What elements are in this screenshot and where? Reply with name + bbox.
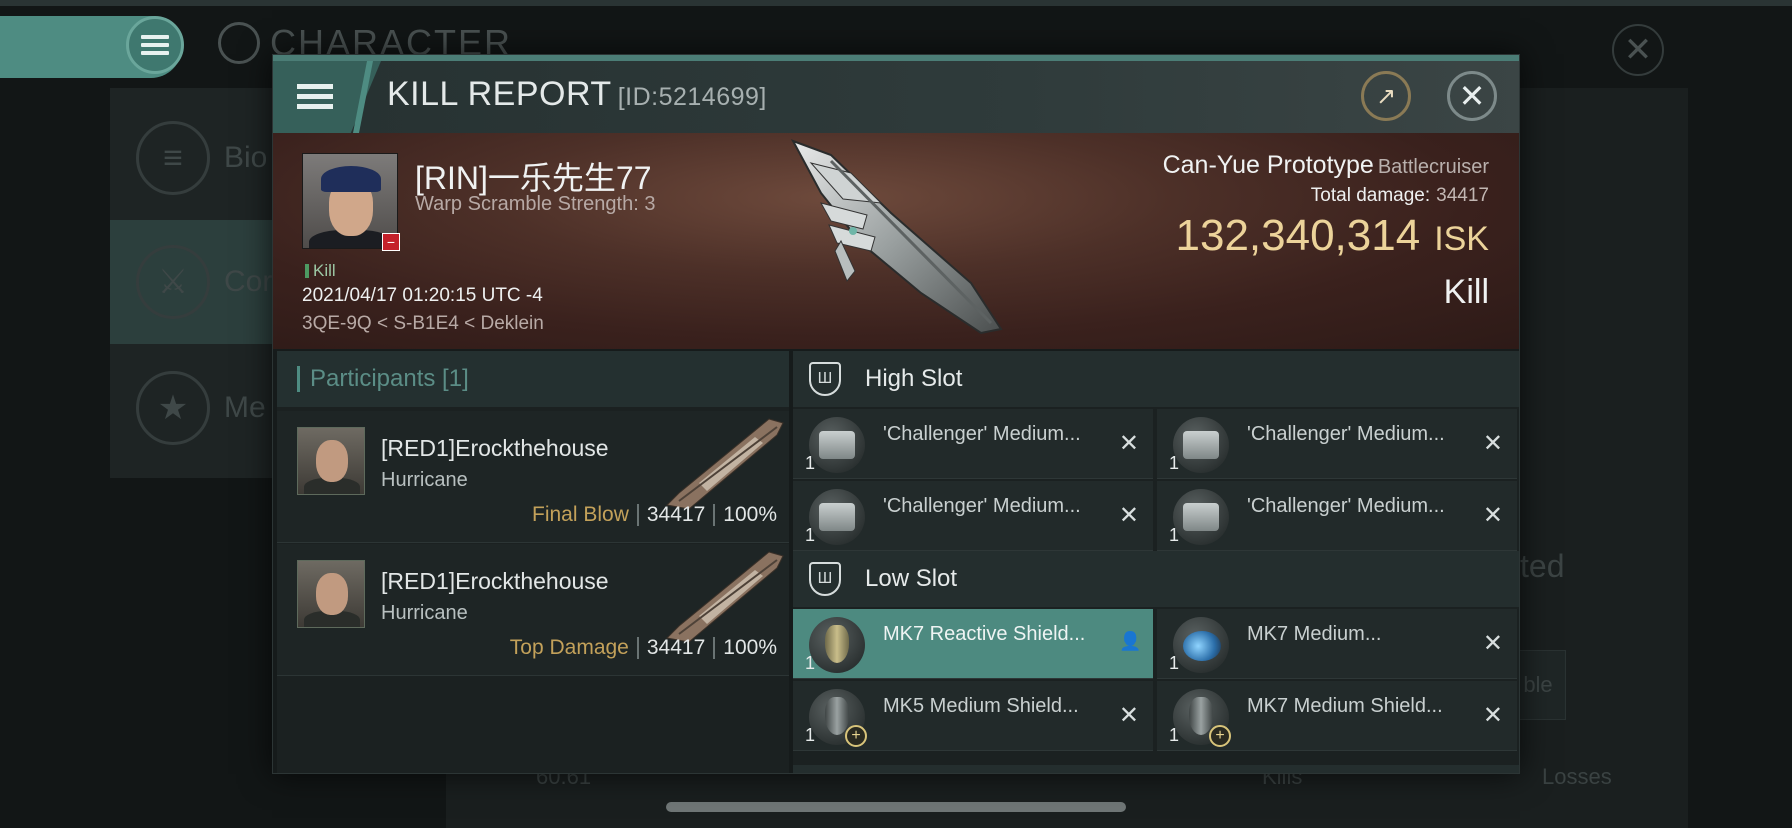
module-item[interactable]: 1 'Challenger' Medium... ✕ — [1157, 409, 1517, 479]
participant-damage: 34417 — [646, 636, 706, 659]
launcher-icon — [1173, 489, 1229, 545]
isk-value: 132,340,314 ISK — [1175, 211, 1490, 260]
crossed-swords-icon: ⚔ — [136, 245, 210, 319]
star-icon: ★ — [136, 371, 210, 445]
destroyed-icon: ✕ — [1118, 430, 1139, 457]
fitting-panel: Ш High Slot 1 'Challenger' Medium... ✕ 1… — [793, 351, 1519, 773]
module-name: 'Challenger' Medium... — [1247, 495, 1445, 517]
participant-portrait[interactable] — [297, 427, 365, 495]
bg-top-line — [0, 0, 1792, 6]
low-slot-icon: Ш — [809, 562, 841, 596]
participant-name: [RED1]Erockthehouse — [381, 435, 609, 461]
destroyed-icon: ✕ — [1482, 702, 1503, 729]
dropped-person-icon: 👤 — [1119, 631, 1142, 651]
kill-marker-icon — [305, 264, 309, 278]
participant-percent: 100% — [723, 636, 777, 659]
module-item[interactable]: 1 'Challenger' Medium... ✕ — [793, 409, 1153, 479]
participant-row[interactable]: [RED1]Erockthehouse Hurricane Final Blow… — [277, 411, 789, 543]
destroyed-icon: ✕ — [1482, 430, 1503, 457]
participant-stats: Final Blow 34417 100% — [532, 503, 777, 527]
destroyed-icon: ✕ — [1118, 702, 1139, 729]
participant-stats: Top Damage 34417 100% — [510, 636, 777, 660]
module-item[interactable]: 1 'Challenger' Medium... ✕ — [793, 481, 1153, 551]
bg-sidebar: ≡ Bio ⚔ Cor ★ Me — [110, 88, 280, 478]
kill-tag: Kill — [305, 261, 336, 281]
share-button[interactable]: ↗ — [1361, 71, 1411, 121]
module-item[interactable]: + 1 MK7 Medium Shield... ✕ — [1157, 681, 1517, 751]
participant-damage: 34417 — [646, 503, 706, 526]
kill-location[interactable]: 3QE-9Q < S-B1E4 < Deklein — [302, 313, 544, 335]
ship-render — [790, 139, 1003, 335]
participant-ship-render — [665, 551, 784, 643]
participant-role: Top Damage — [509, 636, 629, 659]
shield-hardener-icon — [809, 617, 865, 673]
list-icon: ≡ — [136, 121, 210, 195]
next-slot-header-partial — [793, 765, 1519, 773]
launcher-icon — [809, 489, 865, 545]
kill-result: Kill — [1443, 273, 1489, 311]
high-slot-header: Ш High Slot — [793, 351, 1519, 407]
module-item[interactable]: 1 MK7 Medium... ✕ — [1157, 609, 1517, 679]
close-button[interactable]: ✕ — [1447, 71, 1497, 121]
kill-report-window: KILL REPORT [ID:5214699] ↗ ✕ − [RIN]一乐先生7… — [272, 54, 1520, 774]
module-name: MK5 Medium Shield... — [883, 695, 1079, 717]
vitruvian-icon — [218, 22, 260, 64]
hamburger-icon — [297, 79, 333, 114]
window-title: KILL REPORT [ID:5214699] — [387, 75, 767, 113]
victim-subtitle: Warp Scramble Strength: 3 — [415, 193, 656, 215]
kill-date: 2021/04/17 01:20:15 UTC -4 — [302, 285, 543, 306]
module-name: MK7 Reactive Shield... — [883, 623, 1086, 645]
scrollbar[interactable] — [666, 802, 1126, 812]
participant-name: [RED1]Erockthehouse — [381, 568, 609, 594]
participants-panel: Participants [1] [RED1]Erockthehouse Hur… — [277, 351, 789, 773]
participant-ship-render — [665, 418, 784, 510]
participant-ship: Hurricane — [381, 469, 468, 491]
bg-right-text: ted — [1520, 548, 1565, 584]
bg-menu-button[interactable] — [126, 16, 184, 74]
destroyed-icon: ✕ — [1482, 630, 1503, 657]
close-icon: ✕ — [1458, 78, 1486, 114]
shield-extender-icon: + — [1173, 689, 1231, 747]
launcher-icon — [809, 417, 865, 473]
module-item[interactable]: 1 'Challenger' Medium... ✕ — [1157, 481, 1517, 551]
module-name: 'Challenger' Medium... — [883, 495, 1081, 517]
bg-losses-label: Losses — [1542, 764, 1612, 789]
module-name: 'Challenger' Medium... — [883, 423, 1081, 445]
module-item[interactable]: 1 MK7 Reactive Shield... 👤 — [793, 609, 1153, 679]
bg-sidebar-item-bio[interactable]: ≡ Bio — [110, 96, 280, 220]
kill-id: [ID:5214699] — [617, 83, 767, 111]
external-link-icon: ↗ — [1375, 82, 1397, 110]
module-name: MK7 Medium Shield... — [1247, 695, 1443, 717]
launcher-icon — [1173, 417, 1229, 473]
total-damage: Total damage: 34417 — [1310, 185, 1489, 206]
participant-percent: 100% — [723, 503, 777, 526]
participant-ship: Hurricane — [381, 602, 468, 624]
ship-class: Battlecruiser — [1377, 156, 1489, 178]
hamburger-icon — [141, 31, 169, 59]
negative-standing-icon: − — [382, 233, 400, 251]
destroyed-icon: ✕ — [1482, 502, 1503, 529]
victim-ship[interactable]: Can-Yue Prototype Battlecruiser — [1163, 151, 1489, 180]
participant-row[interactable]: [RED1]Erockthehouse Hurricane Top Damage… — [277, 544, 789, 676]
bg-close-icon[interactable]: ✕ — [1612, 24, 1664, 76]
bg-sidebar-item-combat[interactable]: ⚔ Cor — [110, 220, 280, 344]
low-slot-header: Ш Low Slot — [793, 551, 1519, 607]
victim-banner: − [RIN]一乐先生77 Warp Scramble Strength: 3 … — [273, 133, 1519, 349]
module-item[interactable]: + 1 MK5 Medium Shield... ✕ — [793, 681, 1153, 751]
bg-sidebar-item-medals[interactable]: ★ Me — [110, 346, 280, 470]
high-slot-icon: Ш — [809, 362, 841, 396]
participant-role: Final Blow — [532, 503, 629, 526]
participant-portrait[interactable] — [297, 560, 365, 628]
module-name: 'Challenger' Medium... — [1247, 423, 1445, 445]
shield-booster-icon — [1173, 617, 1229, 673]
destroyed-icon: ✕ — [1118, 502, 1139, 529]
shield-extender-icon: + — [809, 689, 867, 747]
participants-header[interactable]: Participants [1] — [277, 351, 789, 407]
module-name: MK7 Medium... — [1247, 623, 1382, 645]
